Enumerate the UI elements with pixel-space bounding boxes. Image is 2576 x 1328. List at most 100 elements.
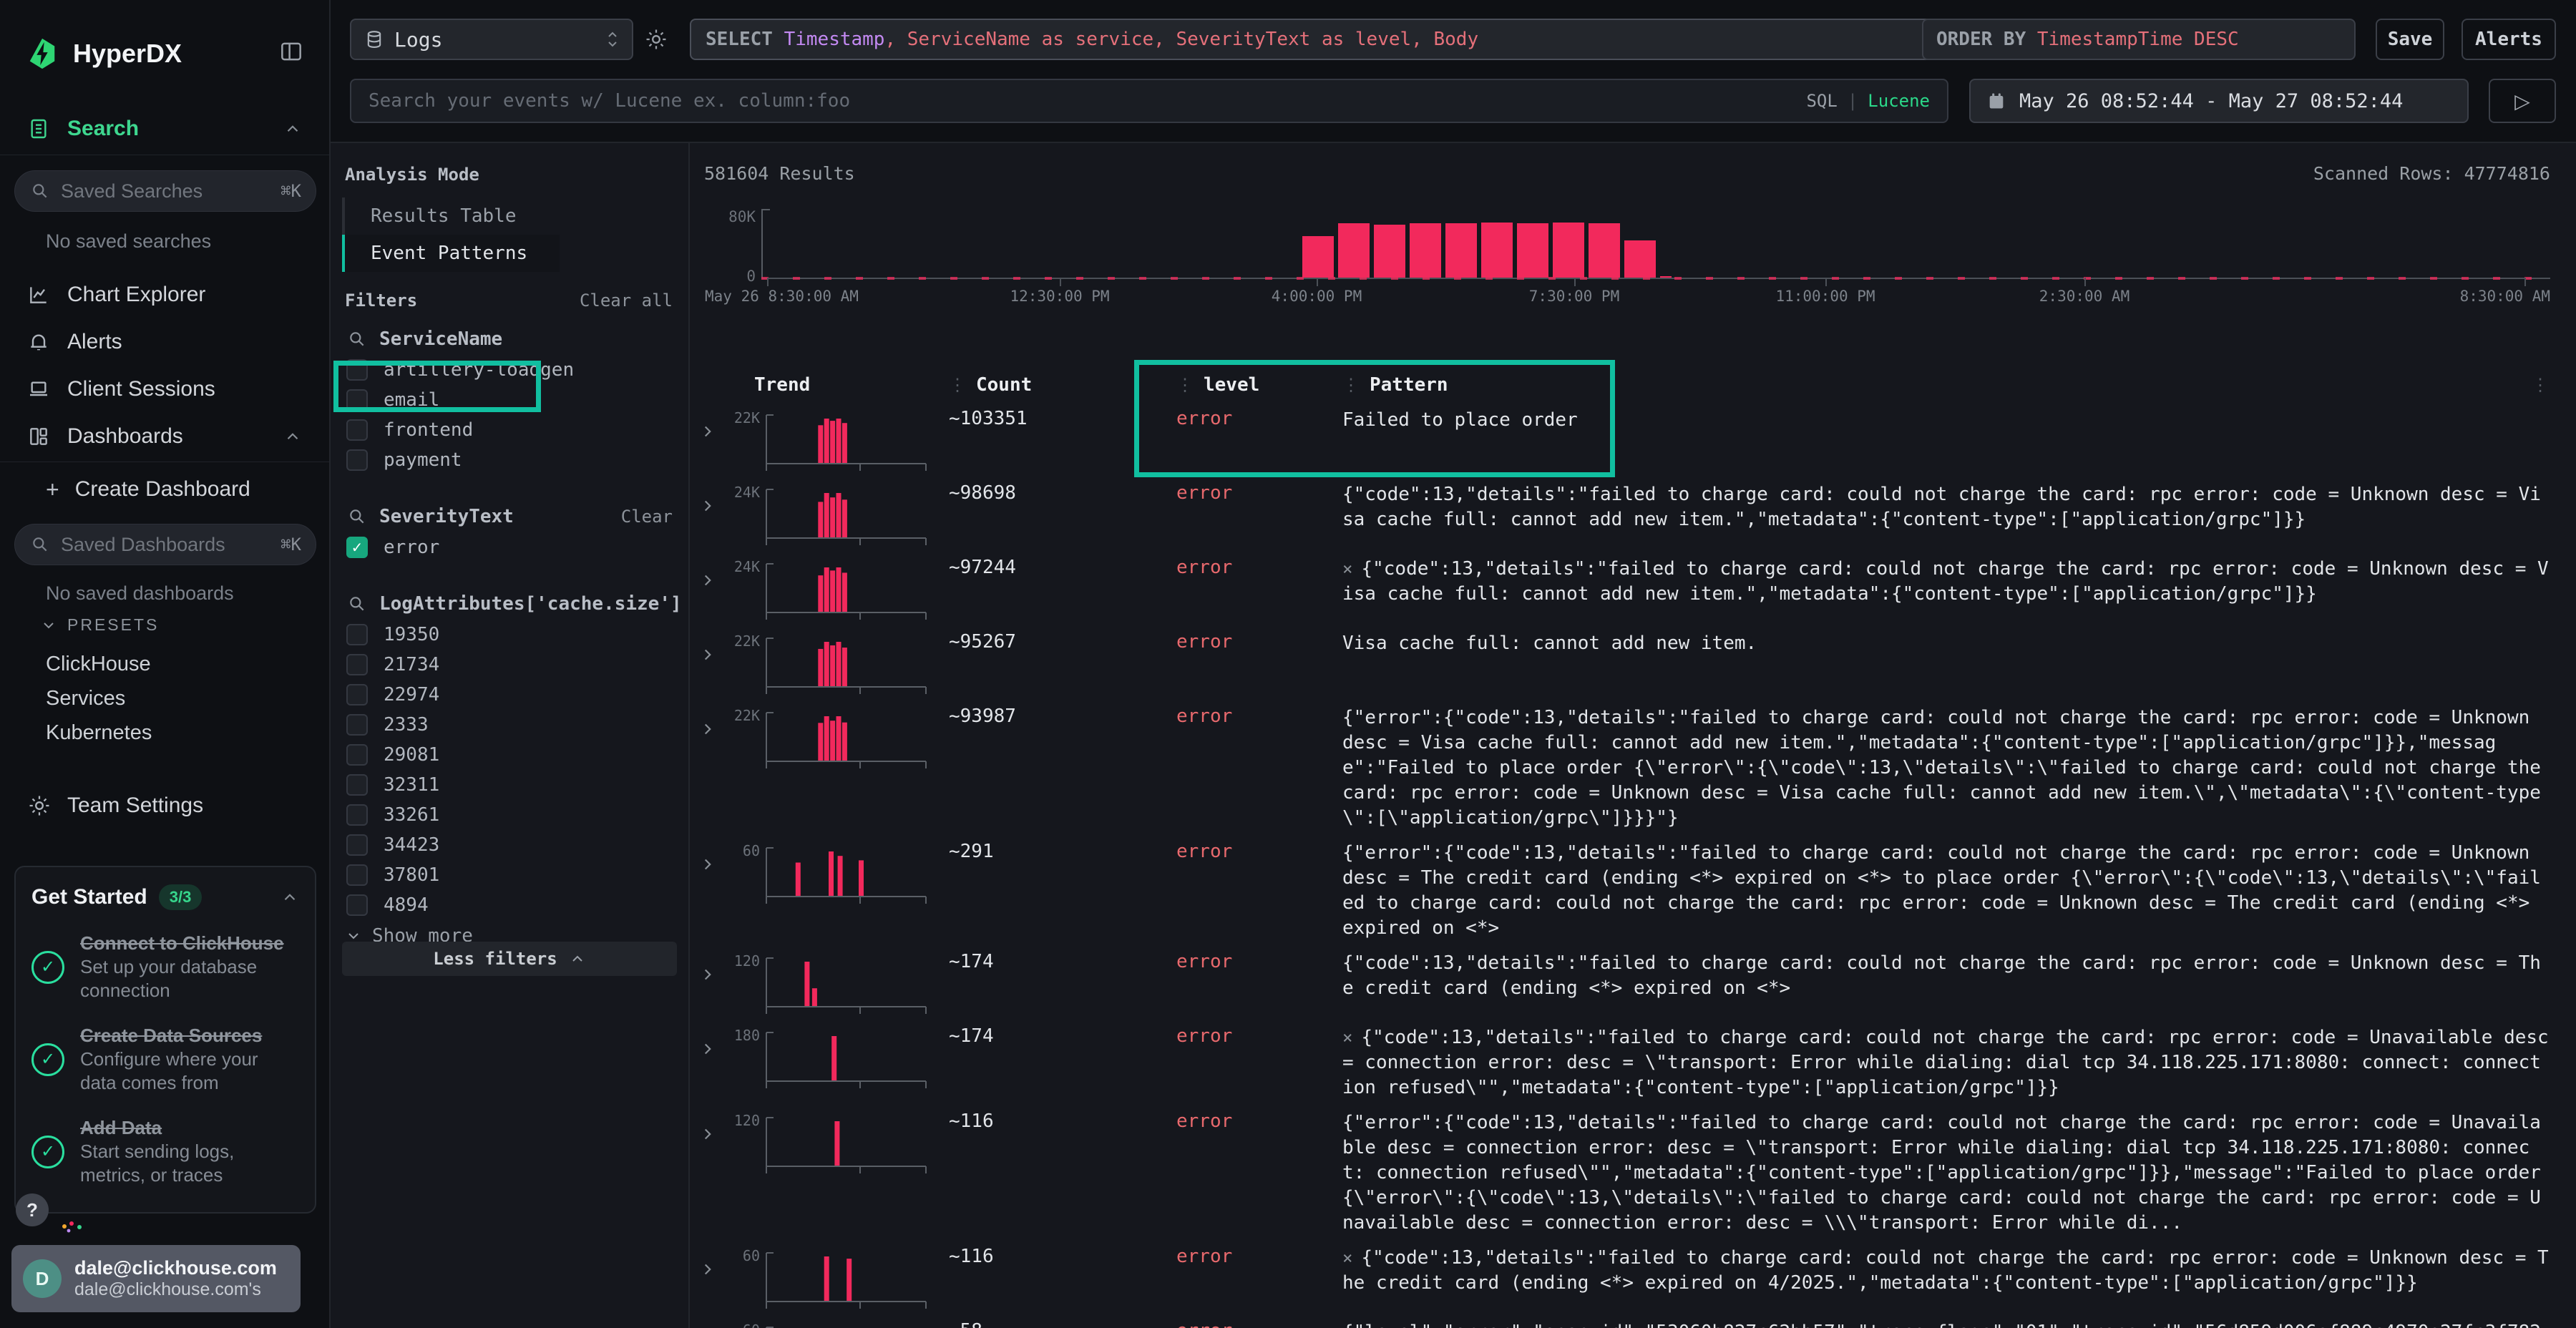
col-trend[interactable]: Trend <box>723 374 937 396</box>
expand-row-chevron-icon[interactable] <box>690 836 723 941</box>
alerts-button[interactable]: Alerts <box>2462 19 2556 60</box>
expand-row-chevron-icon[interactable] <box>690 552 723 621</box>
expand-row-chevron-icon[interactable] <box>690 1316 723 1328</box>
date-range-picker[interactable]: May 26 08:52:44 - May 27 08:52:44 <box>1969 79 2469 123</box>
filter-option[interactable]: 22974 <box>345 680 677 710</box>
event-search-input[interactable] <box>369 90 1806 112</box>
filter-option[interactable]: 21734 <box>345 650 677 680</box>
source-settings-gear-icon[interactable] <box>644 27 668 52</box>
create-dashboard-button[interactable]: + Create Dashboard <box>0 472 331 507</box>
sidebar-item-search[interactable]: Search <box>0 109 331 149</box>
checkbox-unchecked[interactable] <box>346 744 368 766</box>
language-sql-option[interactable]: SQL <box>1806 91 1837 111</box>
checkbox-unchecked[interactable] <box>346 864 368 886</box>
expand-row-chevron-icon[interactable] <box>690 947 723 1015</box>
col-pattern[interactable]: ⋮Pattern <box>1331 374 2550 396</box>
less-filters-button[interactable]: Less filters <box>342 942 677 976</box>
expand-row-chevron-icon[interactable] <box>690 1021 723 1100</box>
pattern-text[interactable]: {"level":"error","span_id":"53060b827c62… <box>1331 1316 2550 1328</box>
filter-option[interactable]: artillery-loadgen <box>345 355 677 385</box>
chevron-up-icon[interactable] <box>283 427 302 446</box>
pattern-row[interactable]: 120~116error{"error":{"code":13,"details… <box>690 1103 2550 1239</box>
pattern-row[interactable]: 60~116error×{"code":13,"details":"failed… <box>690 1239 2550 1313</box>
checkbox-unchecked[interactable] <box>346 419 368 441</box>
drag-handle-icon[interactable]: ⋮ <box>949 375 966 395</box>
language-lucene-option[interactable]: Lucene <box>1868 91 1930 111</box>
sidebar-item-alerts[interactable]: Alerts <box>0 322 331 362</box>
histogram-bar[interactable] <box>1410 223 1441 278</box>
user-card[interactable]: D dale@clickhouse.com dale@clickhouse.co… <box>11 1245 301 1312</box>
filter-option[interactable]: payment <box>345 445 677 475</box>
preset-services[interactable]: Services <box>46 687 125 711</box>
histogram-bar[interactable] <box>1374 225 1405 278</box>
dismiss-pattern-icon[interactable]: × <box>1342 559 1352 579</box>
filter-option[interactable]: 29081 <box>345 740 677 770</box>
saved-searches-input[interactable]: Saved Searches ⌘K <box>14 170 316 212</box>
col-level[interactable]: ⋮level <box>1165 374 1331 396</box>
pattern-text[interactable]: ×{"code":13,"details":"failed to charge … <box>1331 552 2550 621</box>
clear-filter-link[interactable]: Clear <box>621 507 673 527</box>
preset-clickhouse[interactable]: ClickHouse <box>46 653 151 676</box>
pattern-text[interactable]: Failed to place order <box>1331 404 2550 472</box>
checkbox-checked[interactable]: ✓ <box>346 537 368 558</box>
histogram-bar[interactable] <box>1445 223 1477 278</box>
pattern-text[interactable]: {"code":13,"details":"failed to charge c… <box>1331 947 2550 1015</box>
expand-row-chevron-icon[interactable] <box>690 478 723 547</box>
checkbox-unchecked[interactable] <box>346 449 368 471</box>
checkbox-unchecked[interactable] <box>346 389 368 411</box>
search-icon[interactable] <box>348 595 366 613</box>
filter-option[interactable]: frontend <box>345 415 677 445</box>
sidebar-item-dashboards[interactable]: Dashboards <box>0 416 331 456</box>
sidebar-item-team-settings[interactable]: Team Settings <box>0 786 331 826</box>
pattern-row[interactable]: 24K~98698error{"code":13,"details":"fail… <box>690 475 2550 550</box>
pattern-row[interactable]: 60~291error{"error":{"code":13,"details"… <box>690 834 2550 944</box>
order-by-input[interactable]: ORDER BY TimestampTime DESC <box>1922 19 2356 60</box>
get-started-item[interactable]: ✓ Connect to ClickHouse Set up your data… <box>31 932 299 1002</box>
pattern-text[interactable]: Visa cache full: cannot add new item. <box>1331 627 2550 695</box>
get-started-header[interactable]: Get Started 3/3 <box>31 884 299 910</box>
run-query-button[interactable]: ▷ <box>2489 79 2556 123</box>
pattern-text[interactable]: {"code":13,"details":"failed to charge c… <box>1331 478 2550 547</box>
histogram-bar[interactable] <box>1589 223 1620 278</box>
histogram-bar[interactable] <box>1338 223 1370 278</box>
checkbox-unchecked[interactable] <box>346 894 368 916</box>
help-button[interactable]: ? <box>16 1193 49 1226</box>
filter-option[interactable]: 33261 <box>345 800 677 830</box>
collapse-sidebar-icon[interactable] <box>278 38 305 65</box>
dismiss-pattern-icon[interactable]: × <box>1342 1248 1352 1268</box>
get-started-item[interactable]: ✓ Add Data Start sending logs, metrics, … <box>31 1116 299 1187</box>
pattern-text[interactable]: {"error":{"code":13,"details":"failed to… <box>1331 836 2550 941</box>
pattern-text[interactable]: {"error":{"code":13,"details":"failed to… <box>1331 1106 2550 1236</box>
pattern-row[interactable]: 22K~95267errorVisa cache full: cannot ad… <box>690 624 2550 698</box>
pattern-row[interactable]: 24K~97244error×{"code":13,"details":"fai… <box>690 550 2550 624</box>
preset-kubernetes[interactable]: Kubernetes <box>46 721 152 745</box>
histogram-bar[interactable] <box>1624 240 1656 278</box>
pattern-row[interactable]: 180~174error×{"code":13,"details":"faile… <box>690 1018 2550 1103</box>
expand-row-chevron-icon[interactable] <box>690 1106 723 1236</box>
chevron-up-icon[interactable] <box>280 888 299 907</box>
drag-handle-icon[interactable]: ⋮ <box>2532 375 2549 395</box>
expand-row-chevron-icon[interactable] <box>690 627 723 695</box>
drag-handle-icon[interactable]: ⋮ <box>1342 375 1360 395</box>
get-started-item[interactable]: ✓ Create Data Sources Configure where yo… <box>31 1024 299 1095</box>
filter-option[interactable]: 32311 <box>345 770 677 800</box>
pattern-row[interactable]: 22K~93987error{"error":{"code":13,"detai… <box>690 698 2550 834</box>
filter-option[interactable]: 37801 <box>345 860 677 890</box>
pattern-row[interactable]: 60~58error{"level":"error","span_id":"53… <box>690 1313 2550 1328</box>
filter-option[interactable]: 19350 <box>345 620 677 650</box>
checkbox-unchecked[interactable] <box>346 684 368 706</box>
histogram-bar[interactable] <box>1517 223 1548 278</box>
sidebar-item-client-sessions[interactable]: Client Sessions <box>0 369 331 409</box>
pattern-text[interactable]: {"error":{"code":13,"details":"failed to… <box>1331 701 2550 831</box>
mode-results-table[interactable]: Results Table <box>345 197 560 235</box>
drag-handle-icon[interactable]: ⋮ <box>1176 375 1194 395</box>
pattern-text[interactable]: ×{"code":13,"details":"failed to charge … <box>1331 1241 2550 1310</box>
histogram-bar[interactable] <box>1553 223 1584 278</box>
checkbox-unchecked[interactable] <box>346 714 368 736</box>
pattern-row[interactable]: 22K~103351errorFailed to place order <box>690 401 2550 475</box>
filter-option[interactable]: 34423 <box>345 830 677 860</box>
filter-option[interactable]: 4894 <box>345 890 677 920</box>
pattern-row[interactable]: 120~174error{"code":13,"details":"failed… <box>690 944 2550 1018</box>
mode-event-patterns[interactable]: Event Patterns <box>345 235 560 272</box>
histogram-bar[interactable] <box>1660 276 1672 278</box>
